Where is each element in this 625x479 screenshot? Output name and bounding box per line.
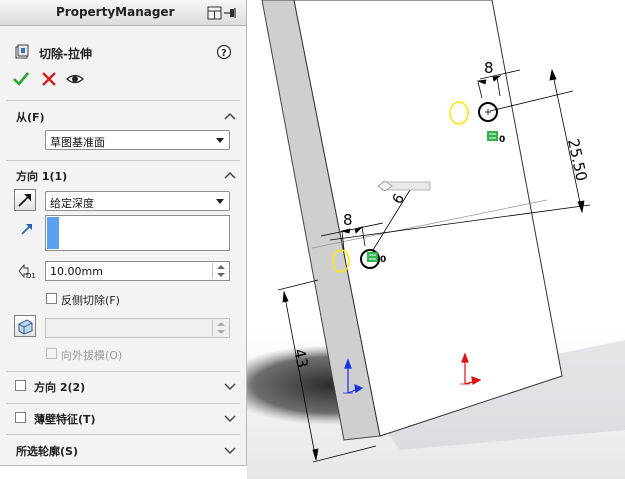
draft-spin-buttons[interactable] [212, 320, 228, 336]
cancel-x-icon[interactable] [40, 70, 58, 88]
section-direction1-label: 方向 1(1) [16, 170, 68, 183]
dropdown-arrow-icon [216, 138, 224, 143]
dimension-palette-icon[interactable] [377, 180, 431, 192]
thin-feature-checkbox[interactable] [15, 412, 26, 423]
dimension-top-text[interactable]: 8 [484, 59, 494, 77]
section-from-header[interactable]: 从(F) [0, 105, 246, 127]
chevron-up-icon[interactable] [224, 170, 236, 180]
flip-side-label: 反侧切除(F) [61, 294, 120, 307]
separator [6, 403, 240, 404]
chevron-down-icon[interactable] [224, 381, 236, 391]
depth-spin-buttons[interactable] [212, 263, 228, 279]
draft-angle-spinbox[interactable] [45, 318, 230, 338]
separator [6, 371, 240, 372]
section-thin-feature-header[interactable]: 薄壁特征(T) [0, 407, 246, 429]
draft-outward-checkbox[interactable] [46, 348, 57, 359]
separator [6, 160, 240, 161]
direction-vector-icon [21, 224, 32, 235]
extruded-cut-icon [15, 44, 29, 59]
section-thin-feature-label: 薄壁特征(T) [34, 413, 96, 426]
section-direction2-label: 方向 2(2) [34, 381, 86, 394]
depth-icon-text: D1 [26, 272, 36, 280]
feature-title: 切除-拉伸 [39, 47, 92, 61]
property-manager-panel: PropertyManager 切除-拉伸 ? 从(F) 草图基准面 方向 1(… [0, 0, 247, 466]
selection-active-bar [47, 217, 59, 249]
pin-icon[interactable] [206, 5, 240, 21]
dimension-vertical-text[interactable]: 25.50 [564, 137, 591, 183]
property-manager-title: PropertyManager [56, 5, 175, 19]
chevron-up-icon[interactable] [224, 111, 236, 121]
property-manager-header: PropertyManager [0, 0, 246, 26]
section-from-label: 从(F) [16, 111, 45, 124]
help-icon[interactable]: ? [216, 44, 232, 60]
end-condition-value: 给定深度 [50, 197, 94, 210]
chevron-down-icon[interactable] [224, 413, 236, 423]
relation-equal-bottom[interactable] [367, 252, 378, 262]
end-condition-select[interactable]: 给定深度 [45, 191, 230, 211]
depth-spinbox[interactable]: 10.00mm [45, 261, 230, 281]
direction2-checkbox[interactable] [15, 380, 26, 391]
relation-label-top: 0 [499, 135, 505, 145]
separator [6, 100, 240, 101]
feature-title-row: 切除-拉伸 ? [0, 40, 246, 64]
eye-icon[interactable] [66, 70, 84, 88]
relation-equal-top[interactable] [487, 131, 498, 141]
chevron-down-icon[interactable] [224, 445, 236, 455]
section-selected-contours-label: 所选轮廓(S) [16, 445, 78, 458]
ok-check-icon[interactable] [12, 70, 30, 88]
draft-toggle-button[interactable] [14, 315, 36, 337]
flip-side-checkbox[interactable] [46, 293, 57, 304]
relation-label-bottom: 0 [380, 255, 386, 265]
separator [6, 434, 240, 435]
depth-value: 10.00mm [50, 265, 103, 278]
draft-icon [18, 319, 33, 335]
depth-icon: D1 [18, 263, 36, 280]
direction-selection-box[interactable] [45, 215, 230, 251]
start-condition-select[interactable]: 草图基准面 [45, 130, 230, 150]
reverse-direction-icon [18, 194, 31, 207]
start-condition-value: 草图基准面 [50, 136, 105, 149]
dimension-bottom-text[interactable]: 8 [343, 211, 353, 229]
svg-text:?: ? [221, 48, 227, 59]
section-selected-contours-header[interactable]: 所选轮廓(S) [0, 439, 246, 461]
section-direction1-header[interactable]: 方向 1(1) [0, 164, 246, 186]
section-direction2-header[interactable]: 方向 2(2) [0, 375, 246, 397]
draft-outward-label: 向外拔模(O) [61, 349, 123, 362]
reverse-direction-button[interactable] [14, 189, 36, 211]
action-buttons [0, 70, 246, 90]
dropdown-arrow-icon [216, 199, 224, 204]
